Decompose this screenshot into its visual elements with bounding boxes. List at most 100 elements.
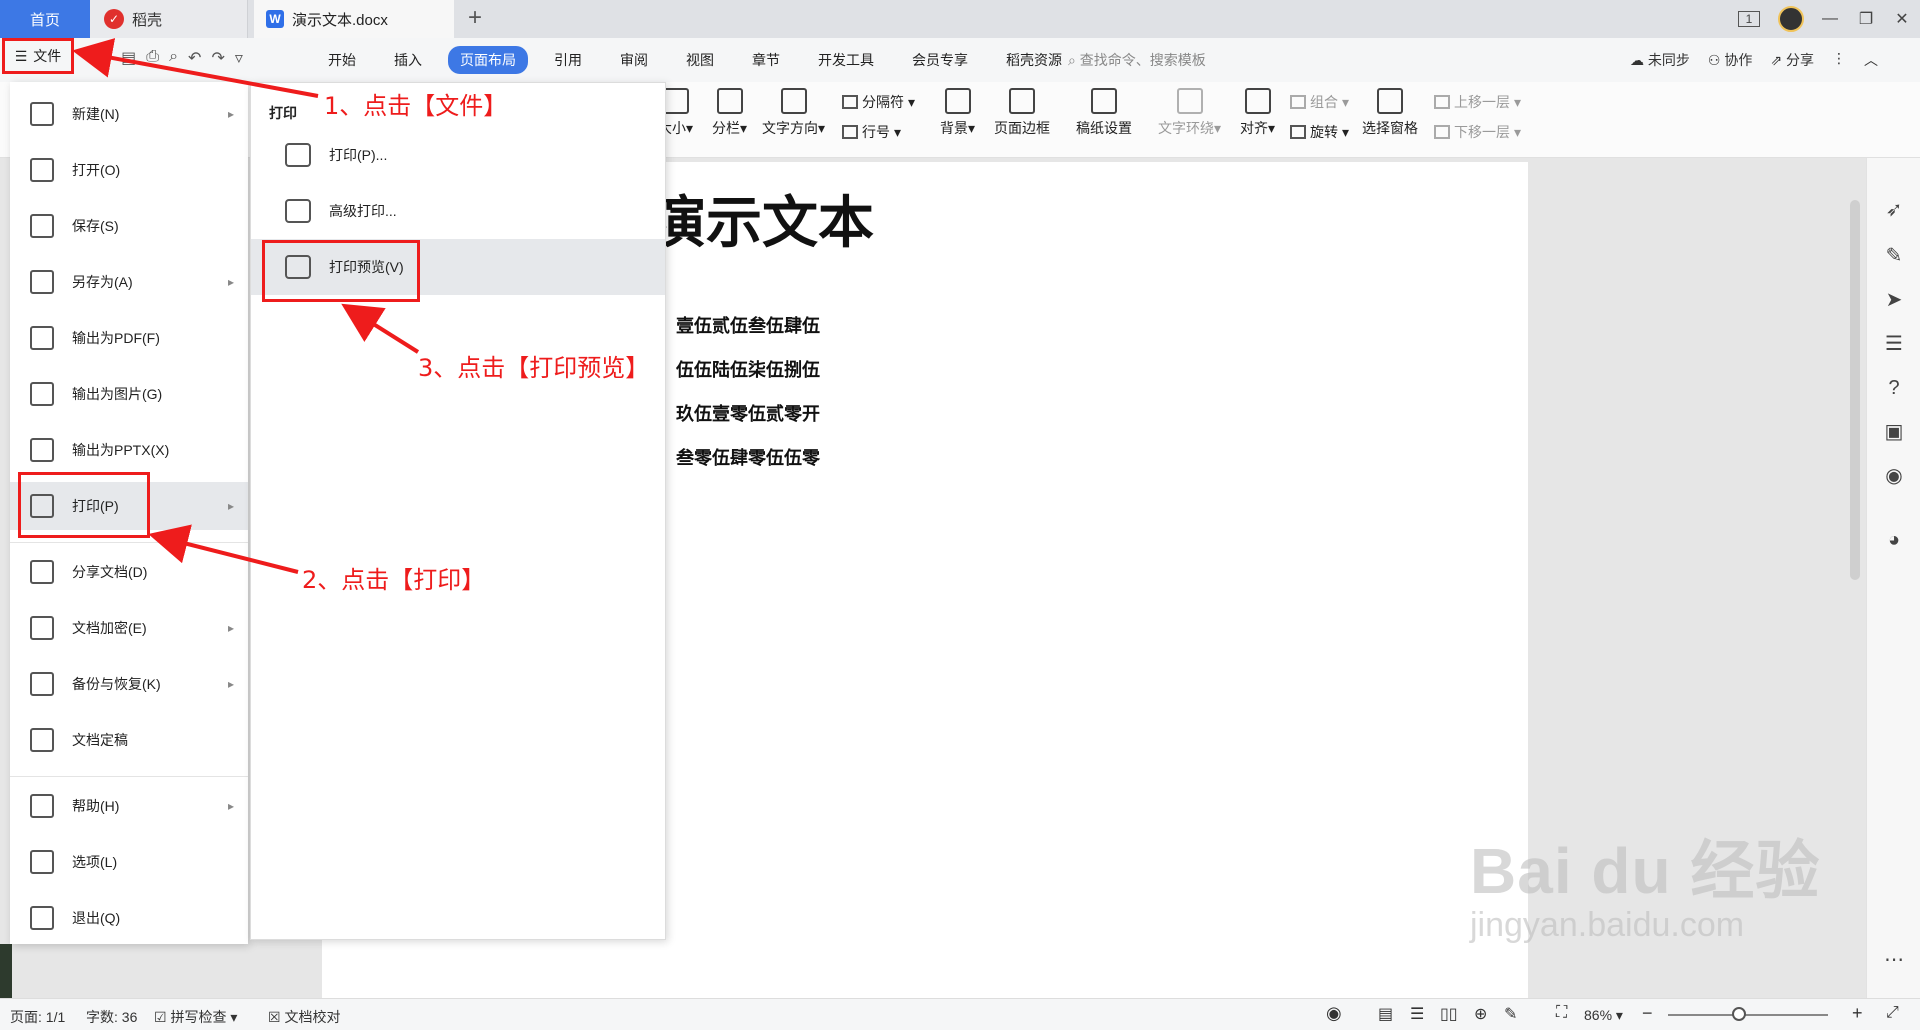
file-menu-item-finalize-doc[interactable]: 文档定稿 (10, 716, 248, 764)
page-border-button[interactable]: 页面边框 (994, 88, 1050, 138)
eye-icon[interactable]: ◉ (1326, 1003, 1342, 1024)
undo-icon[interactable]: ↶ (188, 48, 201, 68)
daoke-logo-icon: ✓ (104, 9, 124, 29)
file-menu-item-backup-restore[interactable]: 备份与恢复(K) ▸ (10, 660, 248, 708)
file-menu-item-open[interactable]: 打开(O) (10, 146, 248, 194)
command-search[interactable]: ⌕ 查找命令、搜索模板 (1068, 50, 1206, 70)
redo-icon[interactable]: ↷ (211, 48, 224, 68)
sync-button[interactable]: ☁ 未同步 (1630, 50, 1690, 70)
tab-daoke[interactable]: ✓ 稻壳 (90, 0, 248, 38)
vertical-scrollbar[interactable] (1848, 170, 1862, 990)
group-button[interactable]: 组合 ▾ (1290, 92, 1349, 112)
tab-start[interactable]: 开始 (316, 46, 368, 74)
page-view-icon[interactable]: ▤ (1378, 1004, 1393, 1024)
file-menu-item-export-image[interactable]: 输出为图片(G) (10, 370, 248, 418)
spell-check-button[interactable]: ☑ 拼写检查 ▾ (154, 1007, 237, 1027)
pdf-icon (30, 326, 54, 350)
background-button[interactable]: 背景▾ (940, 88, 975, 138)
collab-button[interactable]: ⚇ 协作 (1708, 50, 1752, 70)
file-menu-label: 文件 (33, 48, 62, 64)
doc-proof-button[interactable]: ☒ 文档校对 (268, 1007, 340, 1027)
fit-page-icon[interactable]: ⛶ (1556, 1004, 1567, 1022)
text-wrap-button[interactable]: 文字环绕▾ (1158, 88, 1221, 138)
zoom-slider[interactable] (1668, 1014, 1828, 1016)
minimize-icon[interactable]: — (1812, 10, 1848, 28)
separator-button[interactable]: 分隔符 ▾ (842, 92, 915, 112)
file-menu-item-save-as[interactable]: 另存为(A) ▸ (10, 258, 248, 306)
move-up-button[interactable]: 上移一层 ▾ (1434, 92, 1521, 112)
advanced-print-item[interactable]: 高级打印... (251, 183, 665, 239)
tab-chapter[interactable]: 章节 (740, 46, 792, 74)
customize-icon[interactable]: ▿ (235, 48, 243, 68)
palette-icon[interactable]: ◕ (1882, 528, 1906, 552)
align-button[interactable]: 对齐▾ (1240, 88, 1275, 138)
close-icon[interactable]: ✕ (1884, 9, 1920, 29)
restore-icon[interactable]: ❐ (1848, 9, 1884, 29)
move-down-button[interactable]: 下移一层 ▾ (1434, 122, 1521, 142)
tab-daoke-resources[interactable]: 稻壳资源 (994, 46, 1074, 74)
location-icon[interactable]: ◉ (1882, 464, 1906, 488)
add-tab-button[interactable]: + (460, 4, 490, 32)
cursor-icon[interactable]: ➤ (1882, 288, 1906, 312)
line-number-icon (842, 125, 858, 139)
tab-home[interactable]: 首页 (0, 0, 90, 38)
tab-references[interactable]: 引用 (542, 46, 594, 74)
file-menu-item-help[interactable]: 帮助(H) ▸ (10, 782, 248, 830)
reading-view-icon[interactable]: ▯▯ (1440, 1004, 1458, 1024)
columns-button[interactable]: 分栏▾ (712, 88, 747, 138)
share-button[interactable]: ⇗ 分享 (1770, 50, 1814, 70)
file-menu-item-save[interactable]: 保存(S) (10, 202, 248, 250)
paper-settings-button[interactable]: 稿纸设置 (1076, 88, 1132, 138)
file-menu-item-encrypt-doc[interactable]: 文档加密(E) ▸ (10, 604, 248, 652)
file-menu-item-label: 分享文档(D) (72, 564, 148, 580)
web-view-icon[interactable]: ⊕ (1474, 1004, 1487, 1024)
text-direction-button[interactable]: 文字方向▾ (762, 88, 825, 138)
export-icon[interactable]: ▤ (121, 48, 136, 68)
file-menu-item-options[interactable]: 选项(L) (10, 838, 248, 886)
tab-developer[interactable]: 开发工具 (806, 46, 886, 74)
tab-document[interactable]: W 演示文本.docx (254, 0, 454, 38)
tab-insert[interactable]: 插入 (382, 46, 434, 74)
zoom-out-icon[interactable]: − (1642, 1003, 1653, 1024)
avatar[interactable] (1778, 6, 1804, 32)
file-menu-item-exit[interactable]: 退出(Q) (10, 894, 248, 942)
file-menu-button[interactable]: ☰ 文件 (2, 38, 74, 74)
pen-icon[interactable]: ✎ (1882, 244, 1906, 268)
advanced-printer-icon (285, 199, 311, 223)
zoom-slider-handle[interactable] (1732, 1007, 1746, 1021)
tab-member[interactable]: 会员专享 (900, 46, 980, 74)
help-icon[interactable]: ? (1882, 376, 1906, 400)
print-icon[interactable]: ⎙ (146, 48, 159, 68)
collapse-ribbon-icon[interactable]: ︿ (1864, 50, 1878, 70)
tab-review[interactable]: 审阅 (608, 46, 660, 74)
tab-page-layout[interactable]: 页面布局 (448, 46, 528, 74)
more-icon[interactable]: ⋮ (1832, 50, 1846, 70)
outline-view-icon[interactable]: ☰ (1410, 1004, 1424, 1024)
page-indicator[interactable]: 页面: 1/1 (10, 1007, 65, 1027)
rotate-button[interactable]: 旋转 ▾ (1290, 122, 1349, 142)
scrollbar-thumb[interactable] (1850, 200, 1860, 580)
image-tool-icon[interactable]: ▣ (1882, 420, 1906, 444)
file-menu-item-export-pdf[interactable]: 输出为PDF(F) (10, 314, 248, 362)
tab-view[interactable]: 视图 (674, 46, 726, 74)
zoom-in-icon[interactable]: + (1852, 1003, 1863, 1024)
file-menu-item-share-doc[interactable]: 分享文档(D) (10, 548, 248, 596)
chevron-right-icon: ▸ (227, 499, 234, 513)
save-icon[interactable]: ▢ (96, 48, 111, 68)
line-number-button[interactable]: 行号 ▾ (842, 122, 901, 142)
zoom-level[interactable]: 86% ▾ (1584, 1007, 1623, 1024)
pen-mode-icon[interactable]: ✎ (1504, 1004, 1517, 1024)
page-size-icon (662, 88, 689, 114)
more-dots-icon[interactable]: ⋯ (1882, 948, 1906, 972)
rocket-icon[interactable]: ➶ (1882, 198, 1906, 222)
selection-pane-button[interactable]: 选择窗格 (1362, 88, 1418, 138)
print-item[interactable]: 打印(P)... (251, 127, 665, 183)
preview-icon[interactable]: ⌕ (169, 48, 178, 68)
fullscreen-icon[interactable]: ⤢ (1886, 1004, 1899, 1022)
word-count[interactable]: 字数: 36 (86, 1007, 137, 1027)
file-menu-item-export-pptx[interactable]: 输出为PPTX(X) (10, 426, 248, 474)
file-menu-item-new[interactable]: 新建(N) ▸ (10, 90, 248, 138)
sliders-icon[interactable]: ☰ (1882, 332, 1906, 356)
document-title: 演示文本 (650, 190, 874, 256)
page-badge-icon[interactable]: 1 (1738, 11, 1760, 27)
